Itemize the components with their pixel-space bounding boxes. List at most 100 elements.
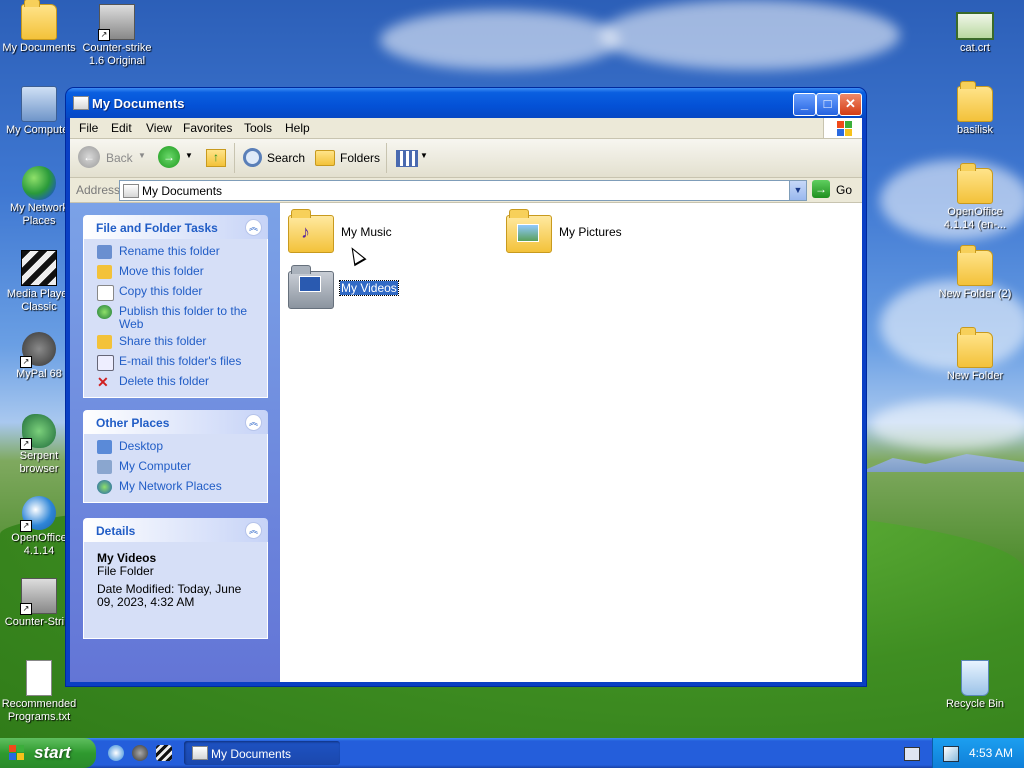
network-icon <box>22 166 56 200</box>
panel-title: File and Folder Tasks <box>96 221 218 235</box>
serpent-icon: ↗ <box>20 414 56 450</box>
panel-header[interactable]: Other Places ︽ <box>83 410 268 434</box>
window-client: File Edit View Favorites Tools Help ← Ba… <box>70 118 862 682</box>
media-player-icon <box>21 250 57 286</box>
collapse-chevron-icon[interactable]: ︽ <box>245 414 262 431</box>
details-panel: Details ︽ My Videos File Folder Date Mod… <box>83 518 268 639</box>
back-arrow-icon: ← <box>78 146 100 168</box>
rename-icon <box>97 245 112 259</box>
address-field[interactable]: My Documents ▼ <box>119 180 807 201</box>
task-pane: File and Folder Tasks ︽ Rename this fold… <box>70 203 280 682</box>
search-button[interactable]: Search <box>241 146 305 170</box>
window-title: My Documents <box>92 96 185 111</box>
minimize-button[interactable]: _ <box>793 93 816 116</box>
folders-button[interactable]: Folders <box>313 146 380 170</box>
address-dropdown-button[interactable]: ▼ <box>789 181 806 200</box>
clock[interactable]: 4:53 AM <box>969 746 1013 760</box>
views-dropdown-icon: ▼ <box>420 151 428 160</box>
videos-folder-icon <box>288 265 334 309</box>
folder-window-icon <box>73 96 89 110</box>
folder-item-my-videos[interactable]: My Videos <box>288 263 428 313</box>
desktop-icon-openoffice-folder[interactable]: OpenOffice 4.1.14 (en-... <box>936 163 1014 232</box>
desktop-icon-new-folder-2[interactable]: New Folder (2) <box>936 245 1014 301</box>
toolbar-separator <box>234 143 235 173</box>
task-email-files[interactable]: E-mail this folder's files <box>84 355 267 375</box>
standard-toolbar: ← Back ▼ → ▼ ↑ Search Folders ▼ <box>70 139 862 178</box>
certificate-icon <box>956 12 994 40</box>
go-arrow-icon: → <box>812 180 830 198</box>
menu-file[interactable]: File <box>79 121 98 135</box>
openoffice-icon: ↗ <box>20 496 56 532</box>
keyboard-icon[interactable] <box>904 747 920 761</box>
menu-bar: File Edit View Favorites Tools Help <box>70 118 862 139</box>
address-bar: Address My Documents ▼ → Go <box>70 178 862 203</box>
close-button[interactable]: ✕ <box>839 93 862 116</box>
desktop-icon <box>97 440 112 454</box>
counter-strike-icon: ↗ <box>20 578 57 615</box>
place-my-network-places[interactable]: My Network Places <box>84 480 267 500</box>
desktop-icon-basilisk[interactable]: basilisk <box>936 81 1014 137</box>
forward-dropdown-icon[interactable]: ▼ <box>185 151 193 160</box>
share-icon <box>97 335 112 349</box>
quicklaunch-mypal-icon[interactable] <box>132 745 148 761</box>
file-folder-tasks-panel: File and Folder Tasks ︽ Rename this fold… <box>83 215 268 398</box>
start-button[interactable]: start <box>0 738 96 768</box>
task-publish-folder[interactable]: Publish this folder to the Web <box>84 305 267 335</box>
place-desktop[interactable]: Desktop <box>84 440 267 460</box>
taskbar: start My Documents 4:53 AM <box>0 738 1024 768</box>
menu-view[interactable]: View <box>146 121 172 135</box>
back-button[interactable]: ← Back <box>78 146 134 170</box>
forward-arrow-icon: → <box>158 146 180 168</box>
menu-edit[interactable]: Edit <box>111 121 132 135</box>
maximize-button[interactable]: □ <box>816 93 839 116</box>
music-folder-icon: ♪ <box>288 209 334 253</box>
folder-item-my-pictures[interactable]: My Pictures <box>506 207 646 257</box>
details-modified: Date Modified: Today, June 09, 2023, 4:3… <box>97 582 242 609</box>
up-folder-button[interactable]: ↑ <box>204 146 228 170</box>
panel-body: My Videos File Folder Date Modified: Tod… <box>83 542 268 639</box>
task-share-folder[interactable]: Share this folder <box>84 335 267 355</box>
folder-content-view: ♪ My Music My Pictures My Videos <box>280 203 862 682</box>
desktop-icon-my-documents[interactable]: My Documents <box>0 0 78 55</box>
publish-globe-icon <box>97 305 112 319</box>
task-copy-folder[interactable]: Copy this folder <box>84 285 267 305</box>
desktop-icon-cat-crt[interactable]: cat.crt <box>936 4 1014 55</box>
window-titlebar[interactable]: My Documents _ □ ✕ <box>66 88 866 118</box>
counter-strike-icon: ↗ <box>98 4 135 41</box>
menu-favorites[interactable]: Favorites <box>183 121 232 135</box>
menu-help[interactable]: Help <box>285 121 310 135</box>
collapse-chevron-icon[interactable]: ︽ <box>245 522 262 539</box>
search-icon <box>243 148 262 167</box>
quicklaunch-browser-icon[interactable] <box>108 745 124 761</box>
email-icon <box>97 355 114 371</box>
explorer-window: My Documents _ □ ✕ File Edit View Favori… <box>66 88 866 686</box>
task-move-folder[interactable]: Move this folder <box>84 265 267 285</box>
panel-header[interactable]: File and Folder Tasks ︽ <box>83 215 268 239</box>
taskbar-button-my-documents[interactable]: My Documents <box>184 741 340 765</box>
collapse-chevron-icon[interactable]: ︽ <box>245 219 262 236</box>
views-button[interactable]: ▼ <box>394 146 428 170</box>
back-dropdown-icon[interactable]: ▼ <box>138 146 146 170</box>
quicklaunch-media-player-icon[interactable] <box>156 745 172 761</box>
menu-tools[interactable]: Tools <box>244 121 272 135</box>
folders-icon <box>315 150 335 166</box>
desktop-icon-new-folder[interactable]: New Folder <box>936 327 1014 383</box>
text-file-icon <box>26 660 52 696</box>
delete-icon: ✕ <box>97 374 109 390</box>
forward-button[interactable]: → ▼ <box>158 146 194 170</box>
move-icon <box>97 265 112 279</box>
system-tray: 4:53 AM <box>932 738 1024 768</box>
other-places-panel: Other Places ︽ Desktop My Computer My Ne… <box>83 410 268 503</box>
folder-icon <box>957 327 993 368</box>
place-my-computer[interactable]: My Computer <box>84 460 267 480</box>
address-value: My Documents <box>142 184 223 198</box>
panel-header[interactable]: Details ︽ <box>83 518 268 542</box>
panel-title: Details <box>96 524 136 538</box>
computer-icon <box>21 86 57 122</box>
windows-flag-icon <box>9 745 25 761</box>
task-rename-folder[interactable]: Rename this folder <box>84 245 267 265</box>
desktop-icon-counter-strike[interactable]: ↗ Counter-strike 1.6 Original <box>78 4 156 68</box>
desktop-icon-recycle-bin[interactable]: Recycle Bin <box>936 660 1014 711</box>
network-status-icon[interactable] <box>943 746 959 762</box>
task-delete-folder[interactable]: ✕ Delete this folder <box>84 375 267 395</box>
